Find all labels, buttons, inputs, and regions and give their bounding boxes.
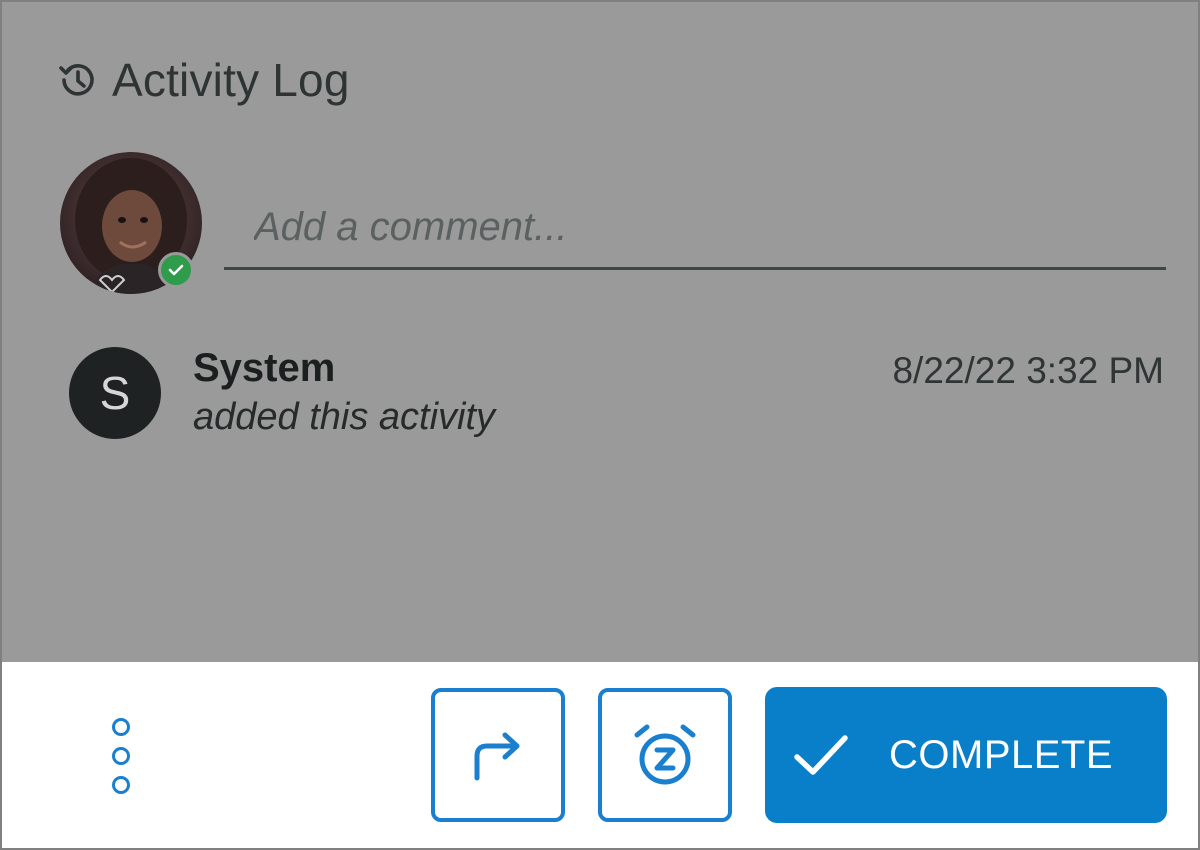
history-icon (54, 56, 102, 104)
more-dot (112, 776, 130, 794)
entry-timestamp: 8/22/22 3:32 PM (892, 350, 1164, 391)
complete-button-label: COMPLETE (889, 732, 1114, 777)
online-status-badge (158, 252, 194, 288)
snooze-button[interactable] (598, 688, 732, 822)
activity-log-header: Activity Log (54, 52, 350, 108)
entry-avatar: S (69, 347, 161, 439)
more-options-button[interactable] (100, 718, 142, 794)
checkmark-icon (794, 735, 848, 775)
section-title: Activity Log (112, 54, 350, 106)
more-dot (112, 747, 130, 765)
more-vertical-icon (112, 718, 130, 736)
check-icon (168, 264, 184, 276)
complete-button[interactable]: COMPLETE (765, 687, 1167, 823)
forward-arrow-icon (474, 732, 520, 781)
entry-author: System (193, 346, 336, 390)
forward-button[interactable] (431, 688, 565, 822)
entry-action: added this activity (193, 396, 496, 438)
snooze-alarm-icon (634, 724, 696, 785)
comment-input[interactable] (224, 188, 1166, 270)
